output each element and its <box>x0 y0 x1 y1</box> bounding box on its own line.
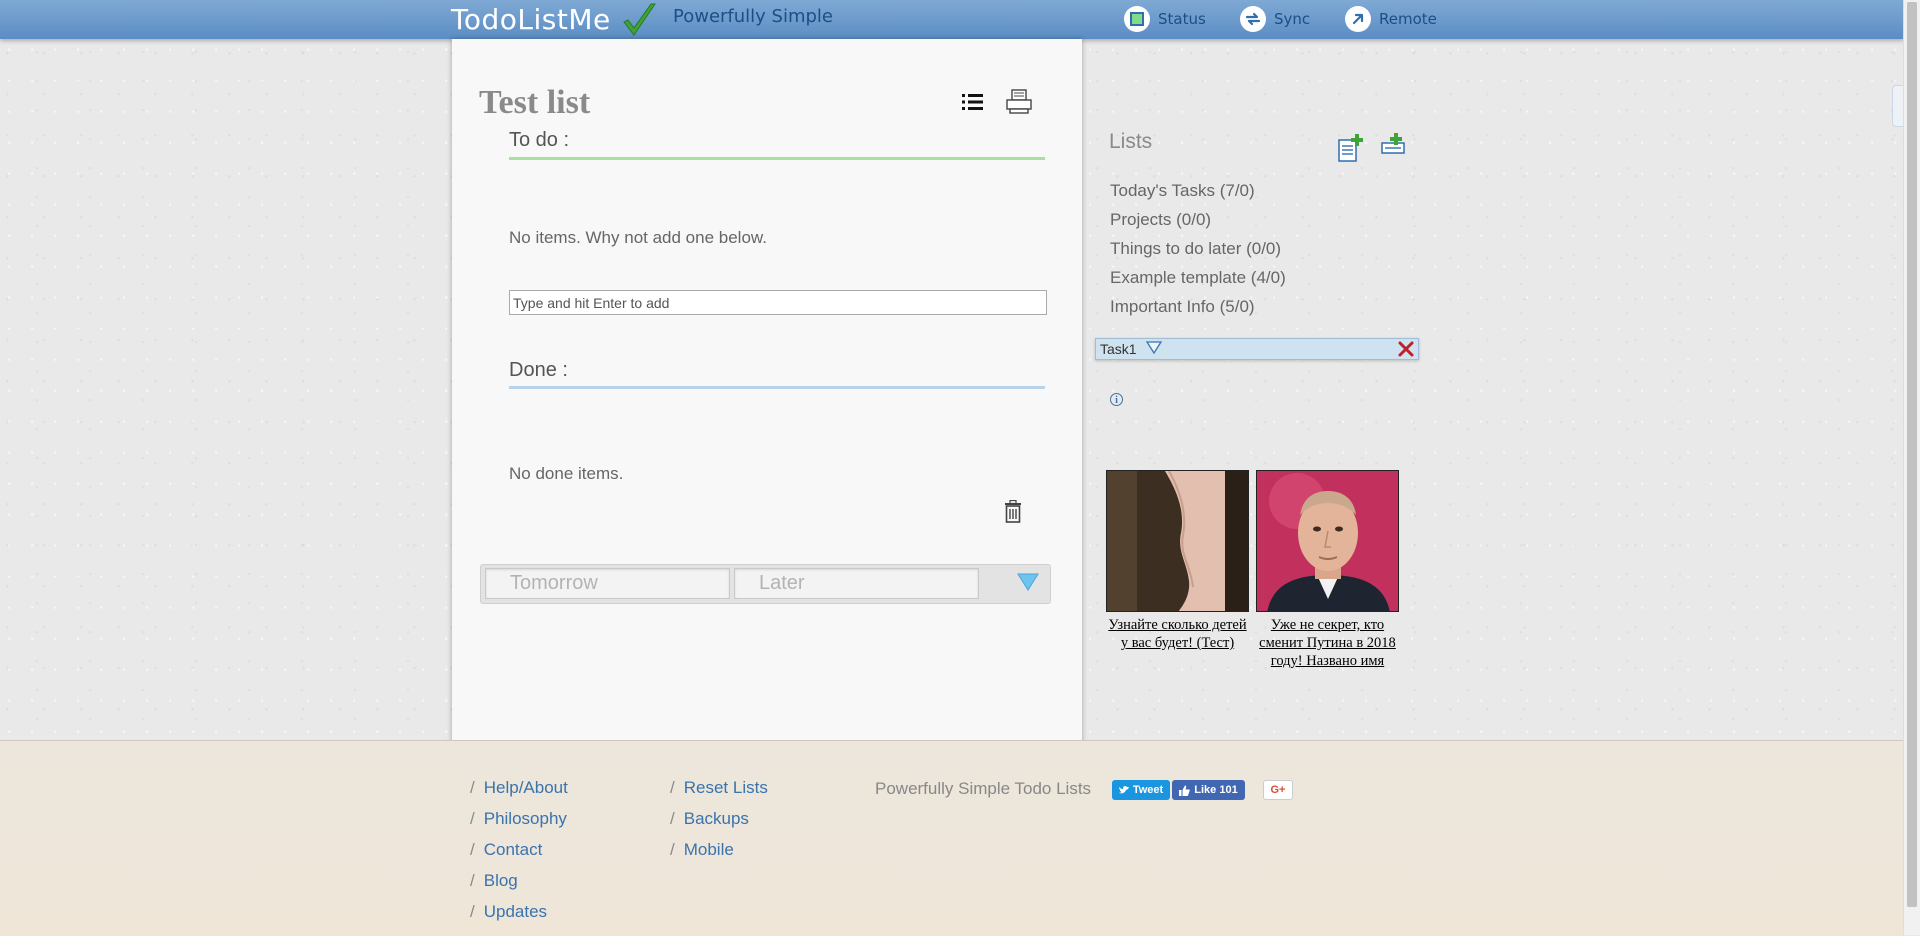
tab-tomorrow[interactable]: Tomorrow <box>485 568 730 599</box>
todo-divider <box>509 157 1045 160</box>
twitter-bird-icon <box>1118 785 1129 794</box>
todo-heading: To do : <box>509 129 570 151</box>
status-label: Status <box>1158 10 1206 28</box>
google-plus-button[interactable]: G+ <box>1263 780 1293 800</box>
side-panel-tab[interactable] <box>1892 85 1903 127</box>
active-list-name: Task1 <box>1100 341 1137 357</box>
logo-text: TodoListMe <box>451 3 611 36</box>
ad-caption-1[interactable]: Узнайте сколько детей у вас будет! (Тест… <box>1106 616 1249 652</box>
scrollbar-thumb[interactable] <box>1907 2 1917 907</box>
list-item-important-info[interactable]: Important Info (5/0) <box>1110 297 1255 317</box>
footer-link-blog[interactable]: / Blog <box>470 871 518 891</box>
thumbs-up-icon <box>1179 785 1191 796</box>
done-heading: Done : <box>509 359 568 381</box>
ad-caption-2[interactable]: Уже не секрет, кто сменит Путина в 2018 … <box>1256 616 1399 670</box>
footer-link-help[interactable]: / Help/About <box>470 778 568 798</box>
header-tagline: Powerfully Simple <box>673 6 834 27</box>
ad-image-2 <box>1256 470 1399 612</box>
status-icon <box>1124 6 1150 32</box>
footer-link-mobile[interactable]: / Mobile <box>670 840 734 860</box>
footer-link-philosophy[interactable]: / Philosophy <box>470 809 567 829</box>
schedule-tabs: Tomorrow Later <box>480 564 1051 604</box>
footer-link-contact[interactable]: / Contact <box>470 840 542 860</box>
footer-link-backups[interactable]: / Backups <box>670 809 749 829</box>
footer-tagline: Powerfully Simple Todo Lists <box>875 779 1092 798</box>
trash-icon[interactable] <box>1004 499 1022 528</box>
ad-image-1 <box>1106 470 1249 612</box>
remote-label: Remote <box>1379 10 1437 28</box>
triangle-down-icon[interactable] <box>1017 573 1039 596</box>
list-panel: Test list To do : No items. Why not add … <box>452 39 1082 753</box>
info-icon[interactable]: i <box>1110 393 1123 406</box>
logo[interactable]: TodoListMe <box>451 0 657 39</box>
list-item-todays-tasks[interactable]: Today's Tasks (7/0) <box>1110 181 1255 201</box>
todo-empty-message: No items. Why not add one below. <box>509 228 767 247</box>
new-list-icon[interactable] <box>1338 133 1364 168</box>
list-view-icon[interactable] <box>962 92 984 117</box>
tweet-button[interactable]: Tweet <box>1112 780 1170 800</box>
list-item-example-template[interactable]: Example template (4/0) <box>1110 268 1286 288</box>
page-scrollbar[interactable] <box>1903 0 1920 935</box>
list-item-projects[interactable]: Projects (0/0) <box>1110 210 1211 230</box>
top-bar: TodoListMe Powerfully Simple Status Sync… <box>0 0 1904 39</box>
remote-icon <box>1345 6 1371 32</box>
footer-link-updates[interactable]: / Updates <box>470 902 547 922</box>
list-title[interactable]: Test list <box>479 84 590 122</box>
sync-button[interactable]: Sync <box>1240 5 1310 33</box>
ad-block-1[interactable]: Узнайте сколько детей у вас будет! (Тест… <box>1106 470 1249 652</box>
list-item-things-later[interactable]: Things to do later (0/0) <box>1110 239 1281 259</box>
expand-triangle-icon[interactable] <box>1146 341 1162 354</box>
active-list-item[interactable]: Task1 <box>1095 338 1419 360</box>
facebook-like-button[interactable]: Like 101 <box>1172 780 1245 800</box>
done-empty-message: No done items. <box>509 464 624 483</box>
sync-icon <box>1240 6 1266 32</box>
new-category-icon[interactable] <box>1381 133 1407 160</box>
lists-heading: Lists <box>1109 130 1153 153</box>
remote-button[interactable]: Remote <box>1345 5 1437 33</box>
status-button[interactable]: Status <box>1124 5 1206 33</box>
checkmark-icon <box>622 3 656 36</box>
close-icon[interactable] <box>1398 341 1414 357</box>
add-item-input[interactable] <box>509 290 1047 315</box>
sync-label: Sync <box>1274 10 1311 28</box>
tab-later[interactable]: Later <box>734 568 979 599</box>
ad-block-2[interactable]: Уже не секрет, кто сменит Путина в 2018 … <box>1256 470 1399 670</box>
print-icon[interactable] <box>1005 89 1033 120</box>
done-divider <box>509 386 1045 389</box>
footer-link-reset-lists[interactable]: / Reset Lists <box>670 778 768 798</box>
footer: / Help/About / Philosophy / Contact / Blog /… <box>0 740 1904 936</box>
